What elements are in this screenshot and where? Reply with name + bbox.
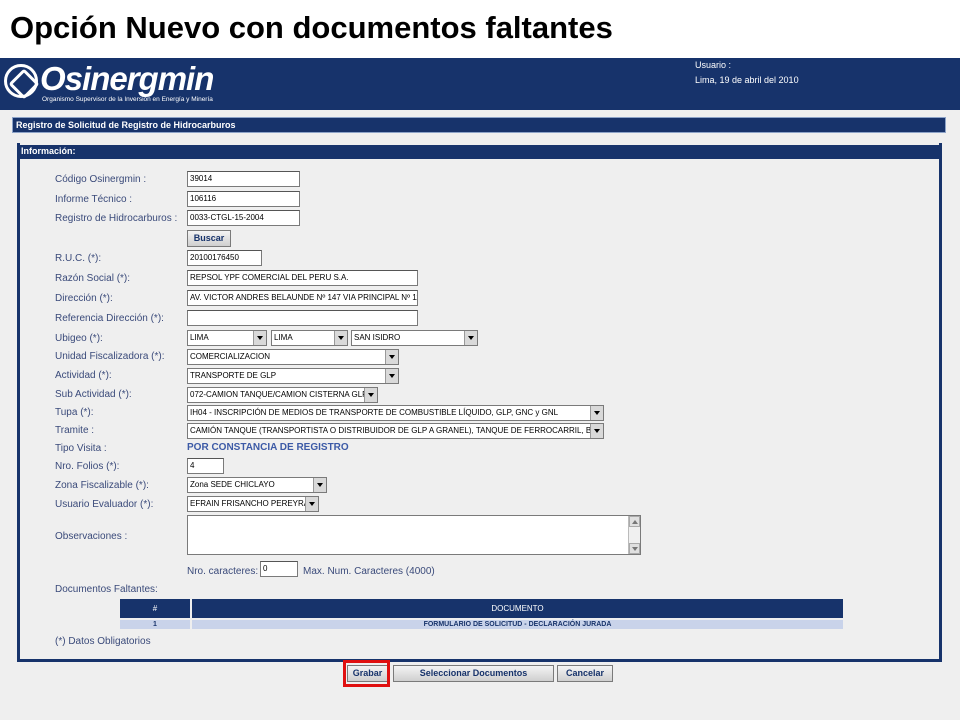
buscar-button[interactable]: Buscar [187, 230, 231, 247]
scroll-up-icon[interactable] [629, 516, 640, 527]
subactividad-select[interactable]: 072-CAMION TANQUE/CAMION CISTERNA GLP [187, 387, 378, 403]
referencia-label: Referencia Dirección (*): [55, 313, 164, 324]
provincia-value: LIMA [274, 333, 293, 342]
row-documento: FORMULARIO DE SOLICITUD - DECLARACIÓN JU… [190, 618, 845, 631]
distrito-value: SAN ISIDRO [354, 333, 401, 342]
tramite-select[interactable]: CAMIÓN TANQUE (TRANSPORTISTA O DISTRIBUI… [187, 423, 604, 439]
slide-title: Opción Nuevo con documentos faltantes [10, 10, 613, 45]
app-header: Osinergmin Organismo Supervisor de la In… [0, 58, 960, 110]
ubigeo-provincia-select[interactable]: LIMA [271, 330, 348, 346]
chevron-down-icon [385, 350, 398, 364]
ubigeo-label: Ubigeo (*): [55, 333, 103, 344]
chevron-down-icon [313, 478, 326, 492]
tipo-visita-value: POR CONSTANCIA DE REGISTRO [187, 442, 349, 453]
obligatorios-note: (*) Datos Obligatorios [55, 636, 151, 647]
ubigeo-distrito-select[interactable]: SAN ISIDRO [351, 330, 478, 346]
evaluador-select[interactable]: EFRAIN FRISANCHO PEREYRA [187, 496, 319, 512]
documentos-label: Documentos Faltantes: [55, 584, 158, 595]
slide: Opción Nuevo con documentos faltantes Os… [0, 0, 960, 720]
nro-caracteres-label: Nro. caracteres: [187, 566, 259, 577]
codigo-label: Código Osinergmin : [55, 174, 147, 185]
zona-value: Zona SEDE CHICLAYO [190, 480, 275, 489]
subactividad-value: 072-CAMION TANQUE/CAMION CISTERNA GLP [190, 390, 368, 399]
textarea-scrollbar[interactable] [628, 516, 640, 554]
razon-input[interactable]: REPSOL YPF COMERCIAL DEL PERU S.A. [187, 270, 418, 286]
tupa-label: Tupa (*): [55, 407, 94, 418]
nro-caracteres-input: 0 [260, 561, 298, 577]
max-caracteres-label: Max. Num. Caracteres (4000) [303, 566, 435, 577]
zona-select[interactable]: Zona SEDE CHICLAYO [187, 477, 327, 493]
ruc-input[interactable]: 20100176450 [187, 250, 262, 266]
chevron-down-icon [590, 406, 603, 420]
ubigeo-departamento-select[interactable]: LIMA [187, 330, 267, 346]
actividad-value: TRANSPORTE DE GLP [190, 371, 277, 380]
ruc-label: R.U.C. (*): [55, 253, 102, 264]
unidad-value: COMERCIALIZACION [190, 352, 271, 361]
osinergmin-emblem-icon [4, 64, 38, 98]
scroll-down-icon[interactable] [629, 543, 640, 554]
referencia-input[interactable] [187, 310, 418, 326]
chevron-down-icon [590, 424, 603, 438]
direccion-label: Dirección (*): [55, 293, 113, 304]
documentos-table: # DOCUMENTO 1 FORMULARIO DE SOLICITUD - … [118, 597, 845, 631]
date-text: Lima, 19 de abril del 2010 [695, 75, 799, 85]
informe-label: Informe Técnico : [55, 194, 133, 205]
unidad-select[interactable]: COMERCIALIZACION [187, 349, 399, 365]
departamento-value: LIMA [190, 333, 209, 342]
actividad-label: Actividad (*): [55, 370, 112, 381]
chevron-down-icon [305, 497, 318, 511]
tramite-value: CAMIÓN TANQUE (TRANSPORTISTA O DISTRIBUI… [190, 426, 604, 435]
form-title: Registro de Solicitud de Registro de Hid… [12, 117, 946, 133]
chevron-down-icon [364, 388, 377, 402]
observaciones-textarea[interactable] [187, 515, 641, 555]
column-header-documento: DOCUMENTO [190, 597, 845, 620]
chevron-down-icon [334, 331, 347, 345]
chevron-down-icon [385, 369, 398, 383]
user-label: Usuario : [695, 60, 732, 70]
chevron-down-icon [464, 331, 477, 345]
section-title: Información: [17, 145, 942, 159]
grabar-highlight-box [343, 660, 390, 687]
registro-label: Registro de Hidrocarburos : [55, 213, 178, 224]
informe-input[interactable]: 106116 [187, 191, 300, 207]
table-header-row: # DOCUMENTO [118, 597, 845, 620]
folios-label: Nro. Folios (*): [55, 461, 120, 472]
chevron-down-icon [253, 331, 266, 345]
razon-label: Razón Social (*): [55, 273, 131, 284]
table-row[interactable]: 1 FORMULARIO DE SOLICITUD - DECLARACIÓN … [118, 618, 845, 631]
direccion-input[interactable]: AV. VICTOR ANDRES BELAUNDE Nº 147 VIA PR… [187, 290, 418, 306]
observaciones-label: Observaciones : [55, 531, 128, 542]
folios-input[interactable]: 4 [187, 458, 224, 474]
osinergmin-logo: Osinergmin Organismo Supervisor de la In… [4, 60, 244, 104]
unidad-label: Unidad Fiscalizadora (*): [55, 351, 165, 362]
column-header-num: # [118, 597, 192, 620]
cancelar-button[interactable]: Cancelar [557, 665, 613, 682]
tipo-visita-label: Tipo Visita : [55, 443, 107, 454]
evaluador-label: Usuario Evaluador (*): [55, 499, 154, 510]
tramite-label: Tramite : [55, 425, 95, 436]
row-num: 1 [118, 618, 192, 631]
registro-input[interactable]: 0033-CTGL-15-2004 [187, 210, 300, 226]
evaluador-value: EFRAIN FRISANCHO PEREYRA [190, 499, 310, 508]
codigo-input[interactable]: 39014 [187, 171, 300, 187]
seleccionar-documentos-button[interactable]: Seleccionar Documentos [393, 665, 554, 682]
logo-tagline: Organismo Supervisor de la Inversión en … [42, 96, 213, 103]
tupa-value: IH04 - INSCRIPCIÓN DE MEDIOS DE TRANSPOR… [190, 408, 559, 417]
actividad-select[interactable]: TRANSPORTE DE GLP [187, 368, 399, 384]
tupa-select[interactable]: IH04 - INSCRIPCIÓN DE MEDIOS DE TRANSPOR… [187, 405, 604, 421]
zona-label: Zona Fiscalizable (*): [55, 480, 149, 491]
logo-wordmark: Osinergmin [40, 60, 214, 97]
subactividad-label: Sub Actividad (*): [55, 389, 132, 400]
